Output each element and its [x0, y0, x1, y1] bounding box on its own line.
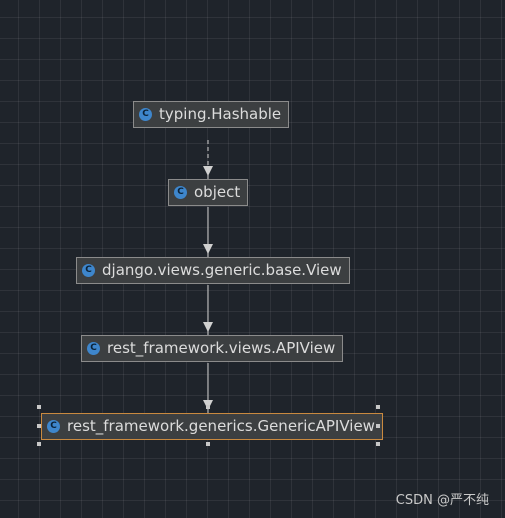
class-icon: C: [47, 420, 60, 433]
selection-handle[interactable]: [206, 405, 210, 409]
selection-handle[interactable]: [37, 424, 41, 428]
class-icon: C: [139, 108, 152, 121]
watermark: CSDN @严不纯: [395, 493, 489, 508]
class-node-apiview[interactable]: C rest_framework.views.APIView: [81, 335, 344, 362]
class-node-object[interactable]: C object: [168, 179, 249, 206]
class-icon: C: [82, 264, 95, 277]
selection-handle[interactable]: [206, 442, 210, 446]
class-icon: C: [174, 186, 187, 199]
class-node-label: object: [194, 183, 241, 201]
selection-handle[interactable]: [376, 424, 380, 428]
class-hierarchy-diagram: C typing.Hashable C object C django.view…: [0, 0, 505, 518]
edge-arrowhead: [203, 244, 213, 254]
edge-arrowhead: [203, 166, 213, 176]
selection-handle[interactable]: [376, 442, 380, 446]
class-node-typing-hashable[interactable]: C typing.Hashable: [133, 101, 290, 128]
class-node-genericapiview[interactable]: C rest_framework.generics.GenericAPIView: [41, 413, 383, 440]
class-node-label: django.views.generic.base.View: [102, 261, 342, 279]
class-node-label: typing.Hashable: [159, 105, 282, 123]
class-node-label: rest_framework.views.APIView: [107, 339, 336, 357]
edge-arrowhead: [203, 322, 213, 332]
selection-handle[interactable]: [376, 405, 380, 409]
selection-handle[interactable]: [37, 405, 41, 409]
class-node-django-view[interactable]: C django.views.generic.base.View: [76, 257, 350, 284]
selection-handle[interactable]: [37, 442, 41, 446]
class-node-label: rest_framework.generics.GenericAPIView: [67, 417, 375, 435]
class-icon: C: [87, 342, 100, 355]
